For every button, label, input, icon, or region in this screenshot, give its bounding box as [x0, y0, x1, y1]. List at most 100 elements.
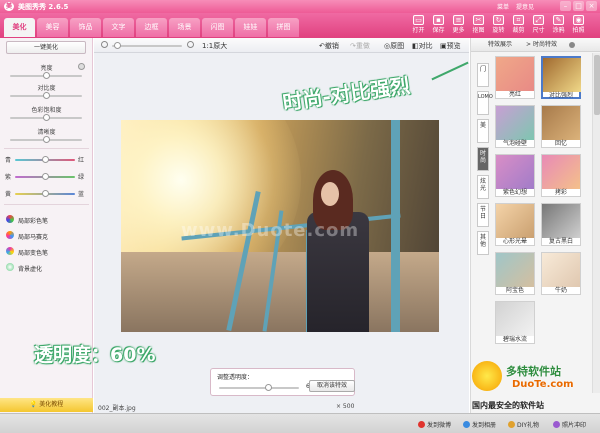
vtab-glow[interactable]: 炫光	[477, 175, 489, 199]
vtab-other[interactable]: 其他	[477, 231, 489, 255]
background-blur-tool[interactable]: 背景虚化	[6, 263, 42, 273]
compare-button[interactable]: ◧对比	[412, 41, 433, 51]
tab-dolls[interactable]: 娃娃	[235, 18, 266, 37]
effect-name: 拷彩	[554, 189, 567, 196]
one-click-beautify-button[interactable]: 一键美化	[6, 41, 86, 54]
cancel-effect-button[interactable]: 取消该特效	[309, 380, 355, 392]
scrollbar-thumb[interactable]	[594, 55, 600, 115]
footer-diy-button[interactable]: DIY礼物	[508, 420, 539, 429]
preview-icon: ▣	[440, 42, 447, 50]
album-icon	[463, 421, 470, 428]
minimize-icon[interactable]: –	[560, 1, 571, 11]
slider-knob[interactable]	[42, 156, 49, 163]
contrast-slider[interactable]	[10, 92, 82, 99]
effect-thumb[interactable]: 拷彩	[541, 154, 581, 197]
zoom-level[interactable]: 1:1原大	[202, 41, 227, 51]
undo-button[interactable]: ↶撤销	[319, 41, 339, 51]
saturation-slider[interactable]	[10, 114, 82, 121]
color-right-label: 绿	[78, 174, 85, 181]
zoom-slider[interactable]	[112, 42, 182, 49]
vtab-entry[interactable]: 门	[477, 63, 489, 87]
tab-scenes[interactable]: 场景	[169, 18, 200, 37]
vtab-festival[interactable]: 节日	[477, 203, 489, 227]
brightness-slider[interactable]	[10, 72, 82, 79]
effect-thumb[interactable]: 亮红	[495, 56, 535, 99]
effect-name: 对比强烈	[548, 92, 573, 99]
effect-preview-image	[496, 302, 534, 336]
slider-knob[interactable]	[43, 136, 50, 143]
effect-thumb[interactable]: 牛奶	[541, 252, 581, 295]
effect-thumb[interactable]: 对比强烈	[541, 56, 581, 99]
effect-thumb[interactable]: 复古黑白	[541, 203, 581, 246]
crop-button[interactable]: ⌗ 裁剪	[510, 15, 527, 34]
weibo-icon	[418, 421, 425, 428]
color-right-label: 红	[78, 157, 85, 164]
tab-text[interactable]: 文字	[103, 18, 134, 37]
zoom-in-icon[interactable]	[187, 41, 194, 48]
vtab-lomo[interactable]: LOMO	[477, 91, 493, 115]
site-logo: 多特软件站 DuoTe.com 国内最安全的软件站	[466, 355, 596, 413]
edited-photo[interactable]: www.Duote.com	[121, 120, 439, 332]
tab-flash[interactable]: 闪图	[202, 18, 233, 37]
close-icon[interactable]: ×	[586, 1, 597, 11]
local-recolor-tool[interactable]: 局部变色笔	[6, 247, 48, 257]
sharpness-slider[interactable]	[10, 136, 82, 143]
doodle-button[interactable]: ✎ 涂鸦	[550, 15, 567, 34]
vtab-beauty[interactable]: 美	[477, 119, 489, 143]
zoom-out-icon[interactable]	[101, 41, 108, 48]
slider-knob[interactable]	[42, 173, 49, 180]
effect-thumb[interactable]: 心形光晕	[495, 203, 535, 246]
cyan-red-slider[interactable]	[15, 156, 75, 163]
footer-print-button[interactable]: 照片冲印	[553, 420, 586, 429]
save-button[interactable]: ▪ 保存	[430, 15, 447, 34]
cutout-button[interactable]: ✂ 抠图	[470, 15, 487, 34]
tab-beauty[interactable]: 美容	[37, 18, 68, 37]
local-color-pen-tool[interactable]: 局部彩色笔	[6, 215, 48, 225]
effect-thumb[interactable]: 阿宝色	[495, 252, 535, 295]
slider-knob[interactable]	[42, 190, 49, 197]
preview-button[interactable]: ▣预览	[440, 41, 461, 51]
collapse-icon[interactable]	[569, 42, 575, 48]
effect-thumb[interactable]: 紫色幻想	[495, 154, 535, 197]
breadcrumb-current[interactable]: 时尚特效	[533, 38, 557, 52]
footer-bar: 发到微博 发到相册 DIY礼物 照片冲印	[0, 413, 600, 433]
original-button[interactable]: ◎原图	[384, 41, 404, 51]
vtab-fashion[interactable]: 时尚	[477, 147, 489, 171]
menu-link[interactable]: 菜单	[497, 2, 509, 11]
breadcrumb-root[interactable]: 特效展示	[488, 38, 512, 52]
tab-beautify[interactable]: 美化	[4, 18, 35, 37]
local-mosaic-tool[interactable]: 局部马赛克	[6, 231, 48, 241]
maximize-icon[interactable]: □	[573, 1, 584, 11]
footer-album-button[interactable]: 发到相册	[463, 420, 496, 429]
effects-breadcrumb: 特效展示 > 时尚特效	[471, 38, 600, 52]
camera-button[interactable]: ◉ 拍照	[570, 15, 587, 34]
beautify-tutorial-button[interactable]: 💡 美化教程	[0, 398, 93, 412]
tab-collage[interactable]: 拼图	[268, 18, 299, 37]
effect-name: 亮红	[508, 91, 521, 98]
tab-accessories[interactable]: 饰品	[70, 18, 101, 37]
redo-button[interactable]: ↷重做	[350, 41, 370, 51]
effect-thumb[interactable]: 气泡碰壁	[495, 105, 535, 148]
slider-knob[interactable]	[43, 92, 50, 99]
alpha-slider[interactable]	[219, 384, 299, 391]
title-bar: 美 美图秀秀 2.6.5 菜单 提意见 – □ ×	[0, 0, 600, 13]
slider-knob[interactable]	[114, 42, 121, 49]
open-button[interactable]: ▭ 打开	[410, 15, 427, 34]
more-button[interactable]: ≡ 更多	[450, 15, 467, 34]
slider-knob[interactable]	[265, 384, 272, 391]
effect-thumb[interactable]: 碧瑞水流	[495, 301, 535, 344]
effect-name: 牛奶	[554, 287, 567, 294]
effect-thumb[interactable]: 回忆	[541, 105, 581, 148]
footer-weibo-button[interactable]: 发到微博	[418, 420, 451, 429]
yellow-blue-slider[interactable]	[15, 190, 75, 197]
purple-green-slider[interactable]	[15, 173, 75, 180]
rotate-button[interactable]: ↻ 旋转	[490, 15, 507, 34]
divider	[4, 148, 89, 149]
reset-icon[interactable]	[78, 63, 85, 70]
slider-knob[interactable]	[43, 72, 50, 79]
resize-button[interactable]: ⤢ 尺寸	[530, 15, 547, 34]
effects-scrollbar[interactable]	[592, 53, 600, 393]
slider-knob[interactable]	[43, 114, 50, 121]
feedback-link[interactable]: 提意见	[516, 2, 534, 11]
tab-frames[interactable]: 边框	[136, 18, 167, 37]
